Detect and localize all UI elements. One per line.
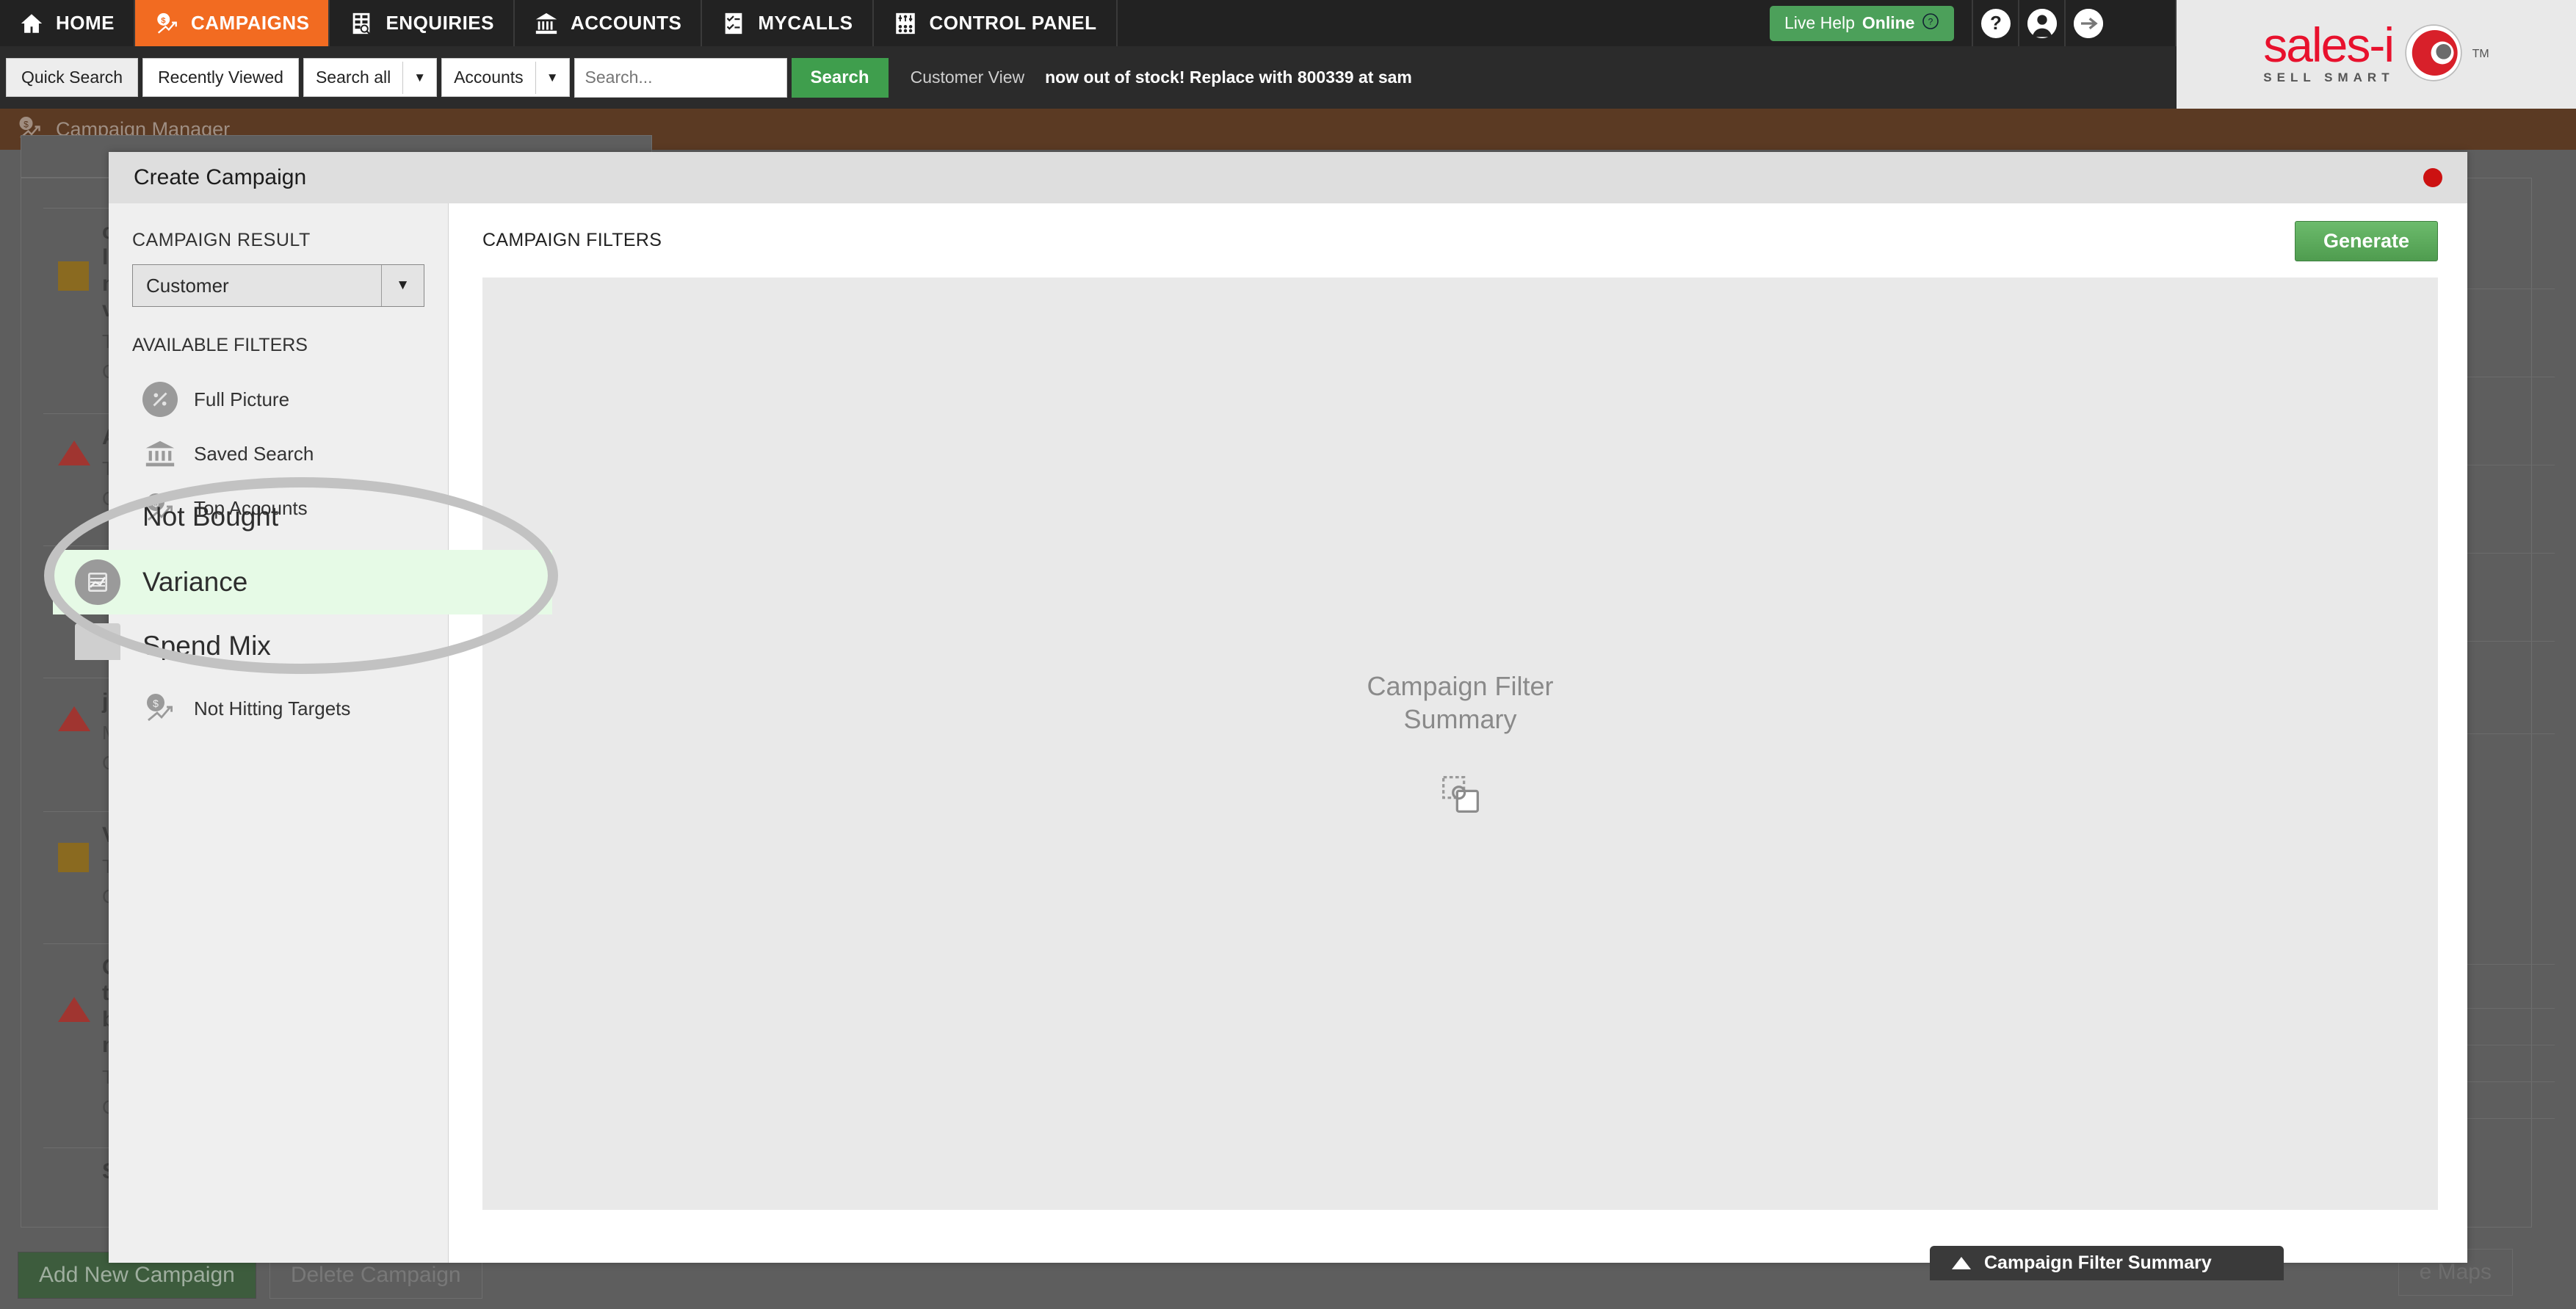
status-badge — [58, 261, 89, 291]
money-chart-icon: $ — [142, 691, 178, 726]
live-help-button[interactable]: Live Help Online ? — [1770, 5, 1955, 41]
filter-item-full-picture[interactable]: Full Picture — [109, 372, 448, 427]
live-help-prefix: Live Help — [1784, 13, 1855, 32]
empty-state-line2: Summary — [1403, 703, 1517, 734]
customer-view-label: Customer View — [910, 68, 1025, 87]
magnified-filter-label: Not Bought — [142, 501, 279, 532]
search-entity-label: Accounts — [454, 68, 524, 87]
logo-wordmark: sales-i — [2263, 18, 2395, 73]
campaign-sidebar: CAMPAIGN RESULT Customer ▼ AVAILABLE FIL… — [109, 203, 449, 1263]
create-campaign-modal: Create Campaign CAMPAIGN RESULT Customer… — [109, 152, 2467, 1263]
magnified-filter-item-variance[interactable]: Variance — [53, 559, 552, 605]
nav-item-accounts[interactable]: ACCOUNTS — [515, 0, 703, 46]
svg-text:$: $ — [23, 119, 29, 129]
filter-item-saved-search[interactable]: Saved Search — [109, 427, 448, 481]
filter-item-label: Saved Search — [194, 442, 314, 465]
campaign-filter-dropzone[interactable]: Campaign Filter Summary — [482, 278, 2438, 1210]
nav-item-enquiries[interactable]: ENQUIRIES — [330, 0, 515, 46]
logout-button[interactable] — [2064, 0, 2110, 46]
campaign-filters-panel: CAMPAIGN FILTERS Generate Campaign Filte… — [449, 203, 2467, 1263]
status-badge — [58, 706, 90, 731]
spend-mix-icon — [75, 623, 120, 660]
svg-text:$: $ — [153, 697, 159, 709]
search-scope-label: Search all — [315, 68, 391, 87]
nav-item-accounts-label: ACCOUNTS — [571, 12, 682, 34]
magnifier-lens: Not Bought Variance Spend Mix — [53, 490, 552, 660]
campaign-result-value: Customer — [146, 274, 229, 297]
bank-icon — [142, 436, 178, 471]
arrow-right-icon — [2073, 8, 2103, 38]
app-root: HOME $ CAMPAIGNS ENQUIRIES ACCOUNTS MYCA… — [0, 0, 2576, 1309]
filter-item-label: Full Picture — [194, 388, 290, 410]
user-account-button[interactable] — [2018, 0, 2064, 46]
global-search-bar: Quick Search Recently Viewed Search all … — [0, 46, 2177, 109]
nav-item-campaigns[interactable]: $ CAMPAIGNS — [135, 0, 330, 46]
svg-text:?: ? — [1928, 16, 1933, 26]
logo-tagline: SELL SMART — [2263, 70, 2395, 84]
variance-icon — [75, 559, 120, 605]
nav-item-home-label: HOME — [56, 12, 115, 34]
home-icon — [19, 11, 44, 36]
search-input[interactable] — [574, 57, 787, 98]
accounts-icon — [534, 11, 559, 36]
close-icon[interactable] — [2423, 168, 2442, 187]
caret-up-icon — [1952, 1257, 1971, 1269]
control-panel-icon — [893, 11, 918, 36]
magnified-filter-item-spend-mix[interactable]: Spend Mix — [53, 623, 552, 660]
chevron-down-icon: ▼ — [535, 61, 569, 94]
quick-search-button[interactable]: Quick Search — [6, 58, 139, 97]
modal-header: Create Campaign — [109, 152, 2467, 203]
available-filters-header: AVAILABLE FILTERS — [132, 335, 308, 355]
magnifier-content: Not Bought Variance Spend Mix — [53, 490, 552, 660]
status-badge — [58, 440, 90, 465]
chevron-down-icon: ▼ — [381, 265, 424, 306]
campaign-result-header: CAMPAIGN RESULT — [132, 230, 311, 250]
modal-body: CAMPAIGN RESULT Customer ▼ AVAILABLE FIL… — [109, 203, 2467, 1263]
campaign-filter-summary-tab-label: Campaign Filter Summary — [1984, 1252, 2212, 1273]
logo-trademark: TM — [2472, 48, 2489, 60]
status-badge — [58, 843, 89, 872]
filter-item-not-hitting-targets[interactable]: $ Not Hitting Targets — [109, 691, 448, 736]
question-mark-icon: ? — [1980, 8, 2011, 38]
help-button[interactable]: ? — [1972, 0, 2018, 46]
campaign-result-select[interactable]: Customer ▼ — [132, 264, 424, 307]
top-nav-right-controls: Live Help Online ? ? — [1770, 0, 2110, 46]
empty-state-text: Campaign Filter Summary — [1367, 670, 1553, 736]
nav-item-control-panel[interactable]: CONTROL PANEL — [874, 0, 1118, 46]
search-entity-select[interactable]: Accounts ▼ — [441, 58, 570, 97]
magnified-filter-label: Variance — [142, 567, 248, 597]
news-ticker: now out of stock! Replace with 800339 at… — [1045, 68, 1412, 87]
nav-item-mycalls-label: MYCALLS — [758, 12, 853, 34]
campaign-filters-header: CAMPAIGN FILTERS — [482, 230, 662, 250]
recently-viewed-button[interactable]: Recently Viewed — [142, 58, 299, 97]
logo-eye-icon — [2402, 21, 2465, 88]
filter-item-label: Not Hitting Targets — [194, 697, 351, 719]
sales-i-logo: sales-i SELL SMART TM — [2177, 0, 2576, 109]
nav-item-mycalls[interactable]: MYCALLS — [702, 0, 874, 46]
search-scope-select[interactable]: Search all ▼ — [303, 58, 438, 97]
chevron-down-icon: ▼ — [402, 61, 436, 94]
mycalls-icon — [721, 11, 746, 36]
campaign-filter-summary-tab[interactable]: Campaign Filter Summary — [1930, 1246, 2284, 1280]
magnified-filter-item-not-bought[interactable]: Not Bought — [53, 494, 552, 540]
nav-item-home[interactable]: HOME — [0, 0, 135, 46]
nav-item-control-panel-label: CONTROL PANEL — [929, 12, 1097, 34]
status-badge — [58, 997, 90, 1022]
enquiries-icon — [349, 11, 374, 36]
svg-text:$: $ — [161, 16, 166, 25]
user-avatar-icon — [2027, 8, 2057, 38]
live-help-status: Online — [1862, 13, 1915, 32]
campaigns-icon: $ — [154, 11, 179, 36]
modal-title: Create Campaign — [134, 165, 307, 189]
nav-item-enquiries-label: ENQUIRIES — [386, 12, 494, 34]
full-picture-icon — [142, 382, 178, 417]
question-circle-icon: ? — [1922, 12, 1939, 35]
nav-item-campaigns-label: CAMPAIGNS — [191, 12, 310, 34]
drag-drop-icon — [1440, 774, 1481, 819]
magnified-filter-label: Spend Mix — [142, 631, 271, 660]
search-button[interactable]: Search — [791, 57, 889, 98]
generate-button[interactable]: Generate — [2294, 221, 2438, 261]
empty-state-line1: Campaign Filter — [1367, 670, 1554, 701]
